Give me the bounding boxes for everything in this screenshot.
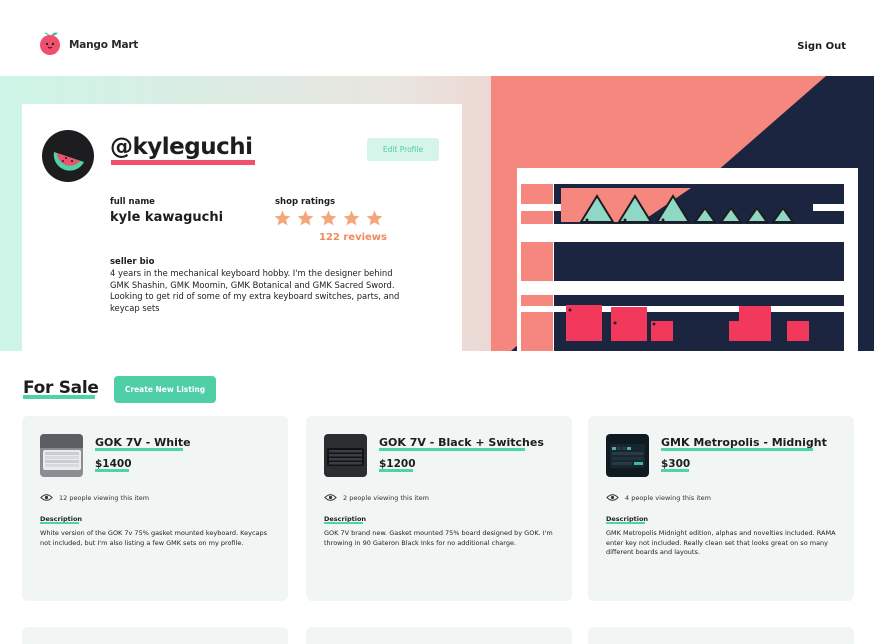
star-icon — [274, 210, 291, 226]
avatar — [42, 130, 94, 182]
listing-thumbnail — [324, 434, 367, 477]
price-underline — [95, 469, 129, 472]
listing-card[interactable] — [588, 627, 854, 644]
full-name: kyle kawaguchi — [110, 210, 224, 225]
brand-name: Mango Mart — [69, 39, 139, 51]
title-underline — [379, 448, 525, 451]
star-icon — [320, 210, 337, 226]
eye-icon — [606, 494, 619, 501]
title-underline — [661, 448, 813, 451]
edit-profile-button[interactable]: Edit Profile — [367, 138, 439, 161]
profile-hero: @kyleguchi Edit Profile full name kyle k… — [0, 76, 874, 351]
viewers-row: 2 people viewing this item — [324, 493, 429, 502]
viewers-row: 4 people viewing this item — [606, 493, 711, 502]
title-underline — [95, 448, 183, 451]
shop-ratings-label: shop ratings — [275, 197, 336, 207]
reviews-count[interactable]: 122 reviews — [319, 232, 387, 243]
listing-description: White version of the GOK 7v 75% gasket m… — [40, 529, 268, 547]
star-icon — [297, 210, 314, 226]
listing-card[interactable] — [306, 627, 572, 644]
eye-icon — [324, 494, 337, 501]
full-name-label: full name — [110, 197, 155, 207]
create-listing-button[interactable]: Create New Listing — [114, 376, 216, 403]
seller-bio-label: seller bio — [110, 257, 155, 267]
description-underline — [324, 522, 363, 524]
shelf-illustration — [491, 76, 874, 351]
description-underline — [40, 522, 79, 524]
rating-stars — [273, 209, 384, 227]
listing-description: GMK Metropolis Midnight edition, alphas … — [606, 529, 836, 556]
viewers-count: 4 people viewing this item — [625, 493, 711, 502]
sign-out-link[interactable]: Sign Out — [797, 41, 846, 52]
brand-logo[interactable]: Mango Mart — [37, 30, 138, 60]
listing-thumbnail — [606, 434, 649, 477]
top-nav: Mango Mart Sign Out — [0, 0, 874, 76]
description-underline — [606, 522, 645, 524]
profile-card: @kyleguchi Edit Profile full name kyle k… — [22, 104, 462, 351]
star-icon — [343, 210, 360, 226]
eye-icon — [40, 494, 53, 501]
seller-bio: 4 years in the mechanical keyboard hobby… — [110, 268, 400, 313]
viewers-count: 2 people viewing this item — [343, 493, 429, 502]
for-sale-underline — [23, 395, 95, 399]
listing-description: GOK 7V brand new. Gasket mounted 75% boa… — [324, 529, 553, 547]
viewers-count: 12 people viewing this item — [59, 493, 150, 502]
username: @kyleguchi — [110, 134, 253, 160]
listing-card[interactable]: GMK Metropolis - Midnight $300 4 people … — [588, 416, 854, 601]
mango-icon — [37, 30, 63, 60]
username-underline — [111, 160, 255, 165]
listing-card[interactable]: GOK 7V - White $1400 12 people viewing t… — [22, 416, 288, 601]
star-icon — [366, 210, 383, 226]
watermelon-icon — [53, 152, 84, 171]
listing-card[interactable]: GOK 7V - Black + Switches $1200 2 people… — [306, 416, 572, 601]
price-underline — [661, 469, 689, 472]
listing-thumbnail — [40, 434, 83, 477]
price-underline — [379, 469, 413, 472]
listing-card[interactable] — [22, 627, 288, 644]
viewers-row: 12 people viewing this item — [40, 493, 149, 502]
